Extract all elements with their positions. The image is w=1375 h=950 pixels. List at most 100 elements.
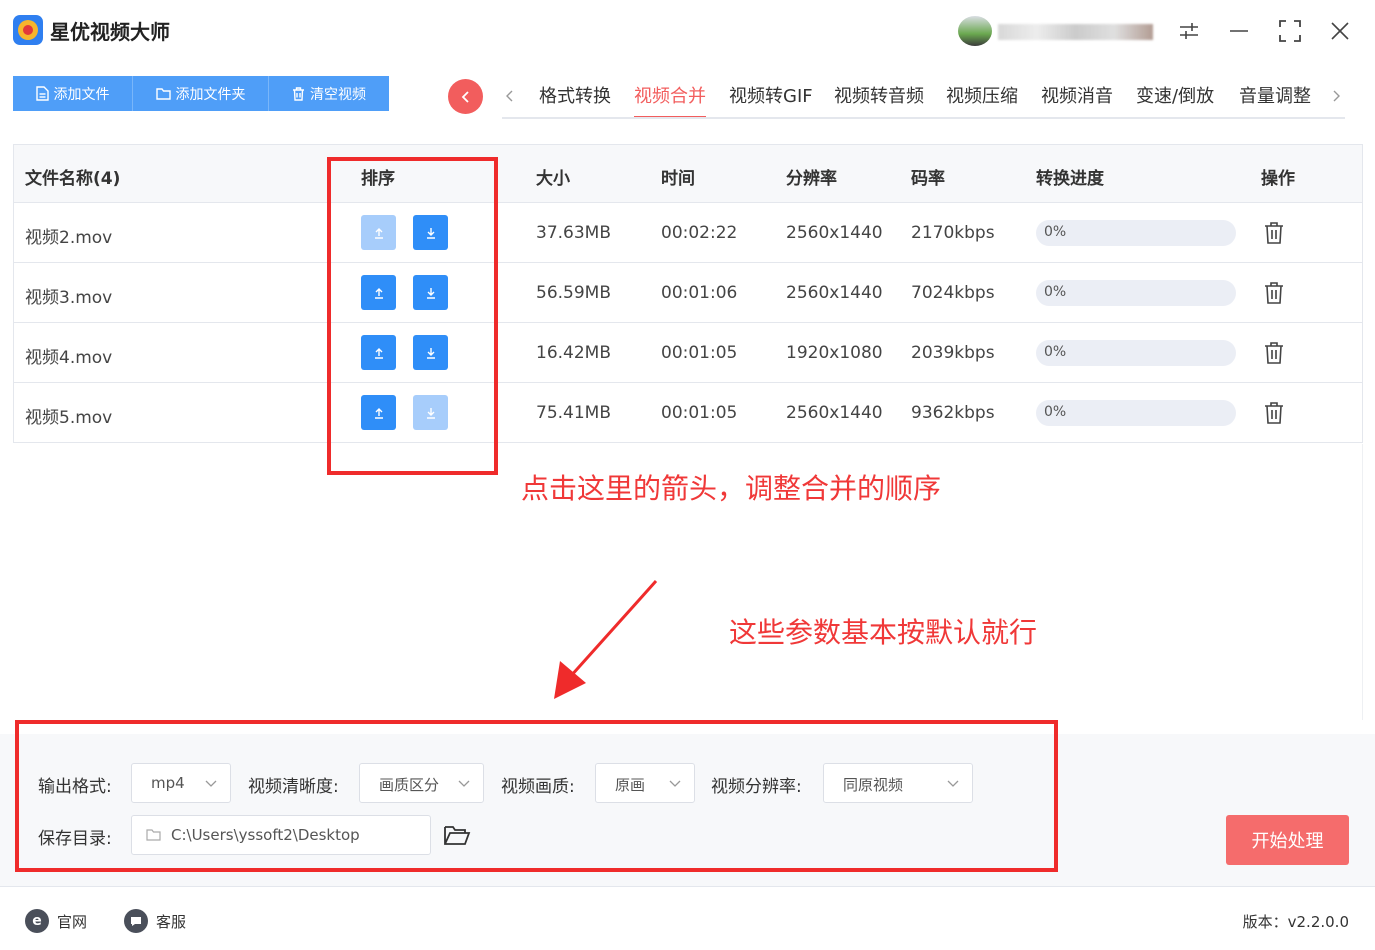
- file-bitrate: 2170kbps: [911, 223, 995, 243]
- progress-text: 0%: [1044, 224, 1067, 240]
- app-logo-icon: [13, 15, 43, 45]
- progress-text: 0%: [1044, 284, 1067, 300]
- annotation-params-box: [15, 720, 1058, 872]
- user-account[interactable]: [958, 16, 1158, 46]
- add-file-label: 添加文件: [53, 86, 110, 103]
- file-duration: 00:02:22: [661, 223, 738, 243]
- tabs-next-button[interactable]: [1326, 84, 1346, 108]
- close-icon[interactable]: [1323, 14, 1357, 48]
- folder-icon: [155, 87, 171, 100]
- file-resolution: 2560x1440: [786, 403, 883, 423]
- tab-format-convert[interactable]: 格式转换: [539, 82, 611, 118]
- file-duration: 00:01:05: [661, 343, 738, 363]
- delete-button[interactable]: [1262, 219, 1286, 247]
- progress-bar: 0%: [1036, 340, 1236, 366]
- tab-video-mute[interactable]: 视频消音: [1041, 82, 1113, 118]
- delete-button[interactable]: [1262, 399, 1286, 427]
- trash-icon: [1264, 401, 1284, 425]
- file-duration: 00:01:05: [661, 403, 738, 423]
- header-action: 操作: [1261, 169, 1295, 189]
- file-name: 视频3.mov: [25, 288, 113, 308]
- file-name: 视频5.mov: [25, 408, 113, 428]
- file-bitrate: 2039kbps: [911, 343, 995, 363]
- clear-videos-label: 清空视频: [310, 86, 366, 103]
- user-name-redacted: [998, 24, 1153, 40]
- file-size: 75.41MB: [536, 403, 611, 423]
- add-folder-label: 添加文件夹: [175, 86, 246, 103]
- start-process-button[interactable]: 开始处理: [1226, 815, 1349, 865]
- delete-button[interactable]: [1262, 279, 1286, 307]
- annotation-sort-box: [327, 157, 498, 475]
- app-window: 星优视频大师 添加文件 添加文件夹 清空视频 格式转换 视频合并 视频转GIF …: [0, 0, 1375, 950]
- file-bitrate: 7024kbps: [911, 283, 995, 303]
- version-text: 版本：v2.2.0.0: [1242, 913, 1349, 931]
- tabs-divider: [502, 117, 1345, 119]
- tab-video-merge[interactable]: 视频合并: [634, 82, 706, 119]
- header-name: 文件名称(4): [25, 169, 121, 189]
- file-bitrate: 9362kbps: [911, 403, 995, 423]
- tab-video-to-gif[interactable]: 视频转GIF: [729, 82, 813, 118]
- file-icon: [35, 86, 49, 101]
- chevron-right-icon: [1333, 90, 1340, 102]
- file-resolution: 1920x1080: [786, 343, 883, 363]
- annotation-params-hint: 这些参数基本按默认就行: [729, 616, 1038, 649]
- file-name: 视频2.mov: [25, 228, 113, 248]
- chevron-left-icon: [461, 90, 469, 103]
- settings-sliders-icon[interactable]: [1172, 14, 1206, 48]
- file-resolution: 2560x1440: [786, 223, 883, 243]
- file-name: 视频4.mov: [25, 348, 113, 368]
- trash-icon: [1264, 341, 1284, 365]
- chevron-left-icon: [506, 90, 513, 102]
- support-label: 客服: [156, 912, 187, 931]
- website-label: 官网: [57, 912, 88, 931]
- annotation-sort-hint: 点击这里的箭头，调整合并的顺序: [521, 472, 942, 505]
- file-size: 56.59MB: [536, 283, 611, 303]
- minimize-icon[interactable]: [1222, 14, 1256, 48]
- header-resolution: 分辨率: [786, 169, 837, 189]
- progress-bar: 0%: [1036, 400, 1236, 426]
- add-folder-button[interactable]: 添加文件夹: [133, 76, 269, 111]
- progress-bar: 0%: [1036, 280, 1236, 306]
- tab-video-compress[interactable]: 视频压缩: [946, 82, 1018, 118]
- support-link[interactable]: 客服: [124, 909, 186, 933]
- tab-speed-reverse[interactable]: 变速/倒放: [1136, 82, 1214, 118]
- file-table: 文件名称(4) 排序 大小 时间 分辨率 码率 转换进度 操作 视频2.mov 3…: [13, 144, 1363, 443]
- header-bitrate: 码率: [911, 169, 945, 189]
- table-row: 视频5.mov 75.41MB 00:01:05 2560x1440 9362kbps 0…: [14, 383, 1362, 443]
- tabs-prev-button[interactable]: [500, 84, 520, 108]
- file-resolution: 2560x1440: [786, 283, 883, 303]
- trash-icon: [292, 86, 305, 101]
- trash-icon: [1264, 221, 1284, 245]
- fullscreen-icon[interactable]: [1273, 14, 1307, 48]
- annotation-arrow-icon: [554, 579, 658, 699]
- content-divider: [1362, 444, 1363, 720]
- header-size: 大小: [536, 169, 570, 189]
- delete-button[interactable]: [1262, 339, 1286, 367]
- clear-videos-button[interactable]: 清空视频: [269, 76, 389, 111]
- website-e-icon: e: [25, 909, 49, 933]
- footer: e 官网 客服 版本：v2.2.0.0: [0, 886, 1375, 950]
- title-bar: 星优视频大师: [0, 0, 1375, 62]
- back-button[interactable]: [448, 79, 483, 114]
- file-size: 16.42MB: [536, 343, 611, 363]
- file-duration: 00:01:06: [661, 283, 738, 303]
- header-time: 时间: [661, 169, 695, 189]
- trash-icon: [1264, 281, 1284, 305]
- tab-volume-adjust[interactable]: 音量调整: [1239, 82, 1311, 118]
- tab-video-to-audio[interactable]: 视频转音频: [834, 82, 924, 118]
- table-row: 视频4.mov 16.42MB 00:01:05 1920x1080 2039kbps 0…: [14, 323, 1362, 383]
- progress-text: 0%: [1044, 344, 1067, 360]
- file-size: 37.63MB: [536, 223, 611, 243]
- table-header: 文件名称(4) 排序 大小 时间 分辨率 码率 转换进度 操作: [14, 145, 1362, 203]
- header-progress: 转换进度: [1036, 169, 1104, 189]
- app-title: 星优视频大师: [50, 20, 170, 44]
- table-row: 视频2.mov 37.63MB 00:02:22 2560x1440 2170kbps 0…: [14, 203, 1362, 263]
- table-row: 视频3.mov 56.59MB 00:01:06 2560x1440 7024kbps 0…: [14, 263, 1362, 323]
- avatar[interactable]: [958, 16, 992, 46]
- chat-bubble-icon: [124, 909, 148, 933]
- website-link[interactable]: e 官网: [25, 909, 87, 933]
- progress-bar: 0%: [1036, 220, 1236, 246]
- add-file-button[interactable]: 添加文件: [13, 76, 133, 111]
- progress-text: 0%: [1044, 404, 1067, 420]
- file-toolbar: 添加文件 添加文件夹 清空视频: [13, 76, 389, 111]
